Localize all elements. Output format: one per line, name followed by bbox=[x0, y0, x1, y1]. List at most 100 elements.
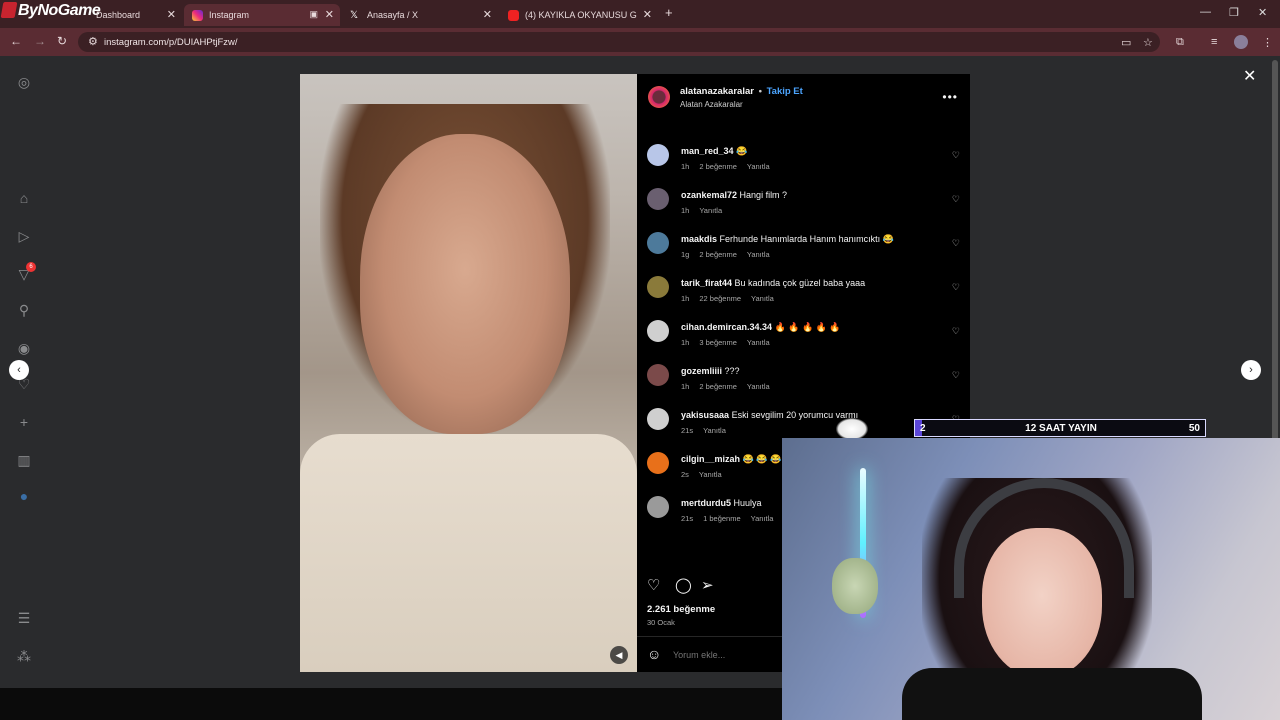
previous-post-icon[interactable]: ‹ bbox=[9, 360, 29, 380]
comment-body: 😂 bbox=[736, 146, 748, 156]
comment-username[interactable]: cihan.demircan.34.34 bbox=[681, 322, 772, 332]
instagram-logo-icon[interactable]: ◎ bbox=[16, 74, 32, 91]
close-icon[interactable]: ✕ bbox=[167, 8, 176, 21]
author-subtitle: Alatan Azakaralar bbox=[680, 100, 743, 109]
comment-username[interactable]: cilgin__mizah bbox=[681, 454, 740, 464]
follow-button[interactable]: Takip Et bbox=[767, 86, 803, 97]
comment-bubble-icon[interactable]: ◯ bbox=[675, 576, 692, 594]
reply-button[interactable]: Yanıtla bbox=[699, 470, 722, 479]
reload-icon[interactable]: ↻ bbox=[57, 34, 67, 48]
commenter-avatar[interactable] bbox=[647, 496, 669, 518]
also-from-meta-icon[interactable]: ⁂ bbox=[16, 648, 32, 665]
emoji-icon[interactable]: ☺ bbox=[647, 646, 661, 662]
tab-dashboard[interactable]: Dashboard ✕ bbox=[88, 4, 182, 26]
comment-like-heart-icon[interactable]: ♡ bbox=[952, 150, 960, 161]
reply-button[interactable]: Yanıtla bbox=[747, 250, 770, 259]
share-icon[interactable]: ➢ bbox=[701, 576, 714, 594]
commenter-avatar[interactable] bbox=[647, 452, 669, 474]
author-username[interactable]: alatanazakaralar bbox=[680, 86, 754, 97]
commenter-avatar[interactable] bbox=[647, 320, 669, 342]
url-display[interactable]: instagram.com/p/DUIAHPtjFzw/ bbox=[104, 37, 238, 48]
commenter-avatar[interactable] bbox=[647, 408, 669, 430]
comment-like-heart-icon[interactable]: ♡ bbox=[952, 194, 960, 205]
close-post-icon[interactable]: ✕ bbox=[1243, 66, 1256, 86]
create-plus-icon[interactable]: + bbox=[16, 414, 32, 430]
commenter-avatar[interactable] bbox=[647, 188, 669, 210]
video-frame-face bbox=[360, 134, 570, 434]
comment-likes[interactable]: 22 beğenme bbox=[699, 294, 741, 303]
comment-username[interactable]: yakisusaaa bbox=[681, 410, 729, 420]
post-video[interactable]: ◀ bbox=[300, 74, 637, 672]
comment-meta: 21s Yanıtla bbox=[681, 426, 736, 435]
commenter-avatar[interactable] bbox=[647, 232, 669, 254]
media-control-icon[interactable]: ≡ bbox=[1211, 36, 1217, 48]
forward-icon[interactable]: → bbox=[34, 34, 46, 48]
comment-username[interactable]: gozemliiii bbox=[681, 366, 722, 376]
comment-username[interactable]: ozankemal72 bbox=[681, 190, 737, 200]
commenter-avatar[interactable] bbox=[647, 276, 669, 298]
reply-button[interactable]: Yanıtla bbox=[703, 426, 726, 435]
comment-likes[interactable]: 2 beğenme bbox=[699, 382, 737, 391]
audio-playing-icon[interactable]: ▣ bbox=[309, 9, 318, 20]
likes-count[interactable]: 2.261 beğenme bbox=[647, 604, 715, 615]
reply-button[interactable]: Yanıtla bbox=[747, 382, 770, 391]
back-icon[interactable]: ← bbox=[10, 34, 22, 48]
reply-button[interactable]: Yanıtla bbox=[747, 338, 770, 347]
comment-like-heart-icon[interactable]: ♡ bbox=[952, 370, 960, 381]
comment-meta: 2s Yanıtla bbox=[681, 470, 732, 479]
tab-youtube[interactable]: (4) KAYIKLA OKYANUSU GEÇMİ ✕ bbox=[500, 4, 658, 26]
commenter-avatar[interactable] bbox=[647, 144, 669, 166]
notification-badge: 6 bbox=[26, 262, 36, 272]
comment-meta: 1h Yanıtla bbox=[681, 206, 732, 215]
tab-x[interactable]: 𝕏 Anasayfa / X ✕ bbox=[342, 4, 498, 26]
extensions-icon[interactable]: ⧉ bbox=[1176, 36, 1184, 49]
comment-likes[interactable]: 1 beğenme bbox=[703, 514, 741, 523]
close-icon[interactable]: ✕ bbox=[483, 8, 492, 21]
search-icon[interactable]: ⚲ bbox=[16, 302, 32, 319]
minimize-icon[interactable]: — bbox=[1200, 6, 1211, 18]
new-tab-button[interactable]: + bbox=[665, 5, 673, 20]
tab-label: Instagram bbox=[209, 10, 250, 20]
window-close-icon[interactable]: ✕ bbox=[1258, 6, 1267, 19]
comment-likes[interactable]: 2 beğenme bbox=[699, 162, 737, 171]
like-heart-icon[interactable]: ♡ bbox=[647, 576, 660, 594]
commenter-avatar[interactable] bbox=[647, 364, 669, 386]
comment-username[interactable]: man_red_34 bbox=[681, 146, 734, 156]
comment-likes[interactable]: 3 beğenme bbox=[699, 338, 737, 347]
comment-like-heart-icon[interactable]: ♡ bbox=[952, 238, 960, 249]
comment-username[interactable]: maakdis bbox=[681, 234, 717, 244]
goal-label: 12 SAAT YAYIN bbox=[1025, 423, 1097, 434]
reply-button[interactable]: Yanıtla bbox=[751, 294, 774, 303]
address-bar[interactable] bbox=[78, 32, 1160, 52]
reels-icon[interactable]: ▷ bbox=[16, 228, 32, 245]
tab-instagram[interactable]: Instagram ▣ ✕ bbox=[184, 4, 340, 26]
site-info-icon[interactable]: ⚙ bbox=[88, 35, 98, 48]
close-icon[interactable]: ✕ bbox=[643, 8, 652, 21]
comment-username[interactable]: mertdurdu5 bbox=[681, 498, 731, 508]
restore-icon[interactable]: ❐ bbox=[1229, 6, 1239, 19]
reply-button[interactable]: Yanıtla bbox=[751, 514, 774, 523]
home-icon[interactable]: ⌂ bbox=[16, 190, 32, 206]
reply-button[interactable]: Yanıtla bbox=[699, 206, 722, 215]
youtube-icon bbox=[508, 9, 519, 21]
menu-kebab-icon[interactable]: ⋮ bbox=[1262, 36, 1273, 49]
comment-like-heart-icon[interactable]: ♡ bbox=[952, 282, 960, 293]
next-post-icon[interactable]: › bbox=[1241, 360, 1261, 380]
author-avatar[interactable] bbox=[648, 86, 670, 108]
close-icon[interactable]: ✕ bbox=[325, 8, 334, 21]
comment-likes[interactable]: 2 beğenme bbox=[699, 250, 737, 259]
explore-icon[interactable]: ◉ bbox=[16, 340, 32, 357]
screen: ByNoGame Dashboard ✕ Instagram ▣ ✕ 𝕏 Ana… bbox=[0, 0, 1280, 720]
comment-username[interactable]: tarik_firat44 bbox=[681, 278, 732, 288]
profile-icon[interactable]: ● bbox=[16, 488, 32, 504]
dashboard-icon[interactable]: ▥ bbox=[16, 452, 32, 469]
more-options-icon[interactable]: ••• bbox=[942, 90, 958, 104]
comment-meta: 1g 2 beğenme Yanıtla bbox=[681, 250, 780, 259]
reply-button[interactable]: Yanıtla bbox=[747, 162, 770, 171]
volume-icon[interactable]: ◀ bbox=[610, 646, 628, 664]
comment-like-heart-icon[interactable]: ♡ bbox=[952, 326, 960, 337]
profile-avatar[interactable] bbox=[1234, 35, 1248, 49]
more-menu-icon[interactable]: ☰ bbox=[16, 610, 32, 627]
bookmark-star-icon[interactable]: ☆ bbox=[1143, 36, 1153, 49]
cast-icon[interactable]: ▭ bbox=[1121, 36, 1131, 49]
